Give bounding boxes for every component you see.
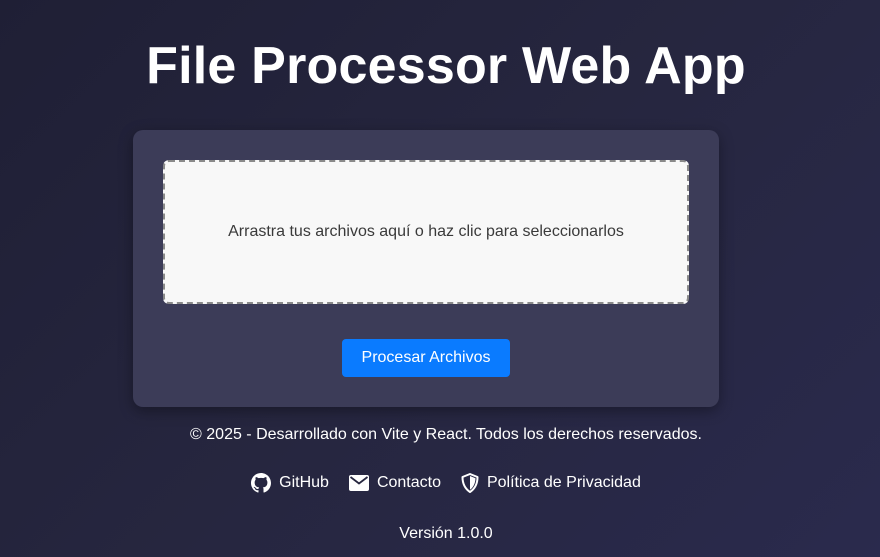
github-link-label: GitHub — [279, 474, 329, 491]
contact-link[interactable]: Contacto — [348, 473, 441, 493]
version-text: Versión 1.0.0 — [399, 525, 493, 542]
shield-icon — [461, 473, 479, 493]
copyright-text: © 2025 - Desarrollado con Vite y React. … — [190, 426, 702, 443]
envelope-icon — [348, 475, 369, 491]
dropzone-text: Arrastra tus archivos aquí o haz clic pa… — [228, 223, 624, 240]
process-files-button[interactable]: Procesar Archivos — [342, 339, 510, 377]
privacy-policy-link[interactable]: Política de Privacidad — [461, 473, 641, 493]
footer-links: GitHub Contacto Política de Privacidad — [0, 473, 880, 493]
file-dropzone[interactable]: Arrastra tus archivos aquí o haz clic pa… — [163, 160, 689, 304]
upload-card: Arrastra tus archivos aquí o haz clic pa… — [133, 130, 719, 407]
github-icon — [251, 473, 272, 493]
contact-link-label: Contacto — [376, 474, 441, 491]
github-link[interactable]: GitHub — [251, 473, 329, 493]
privacy-policy-link-label: Política de Privacidad — [486, 474, 641, 491]
page-title: File Processor Web App — [146, 37, 746, 95]
